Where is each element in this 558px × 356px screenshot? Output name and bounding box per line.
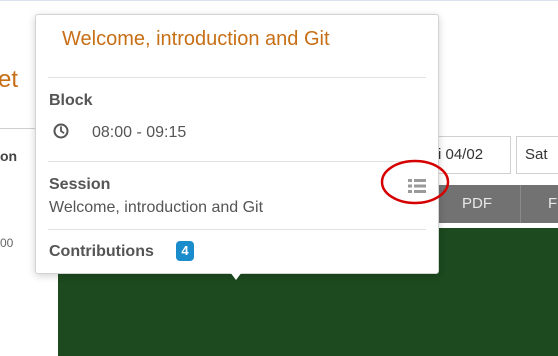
clock-icon — [53, 123, 69, 139]
block-time: 08:00 - 09:15 — [92, 124, 187, 141]
session-title: Welcome, introduction and Git — [49, 199, 264, 216]
block-heading: Block — [49, 92, 93, 109]
session-popup: Welcome, introduction and Git Block 08:0… — [35, 14, 439, 274]
divider — [48, 77, 426, 78]
background-row-label: on — [0, 148, 18, 164]
toolbar-next-button[interactable]: F — [548, 185, 557, 223]
top-border — [0, 0, 558, 1]
session-heading: Session — [49, 176, 111, 193]
pdf-button[interactable]: PDF — [462, 185, 492, 223]
contributions-heading[interactable]: Contributions — [49, 243, 154, 261]
divider — [48, 229, 426, 230]
toolbar-separator — [520, 185, 521, 223]
popup-arrow — [230, 272, 242, 280]
day-tab-sat[interactable]: Sat — [516, 136, 558, 174]
highlight-circle — [380, 159, 450, 205]
divider — [48, 161, 426, 162]
background-page-title: et — [0, 66, 19, 93]
popup-title[interactable]: Welcome, introduction and Git — [62, 28, 330, 51]
contributions-count-badge: 4 — [176, 241, 194, 261]
background-time-label: 00 — [0, 236, 14, 250]
background-divider — [0, 128, 40, 129]
